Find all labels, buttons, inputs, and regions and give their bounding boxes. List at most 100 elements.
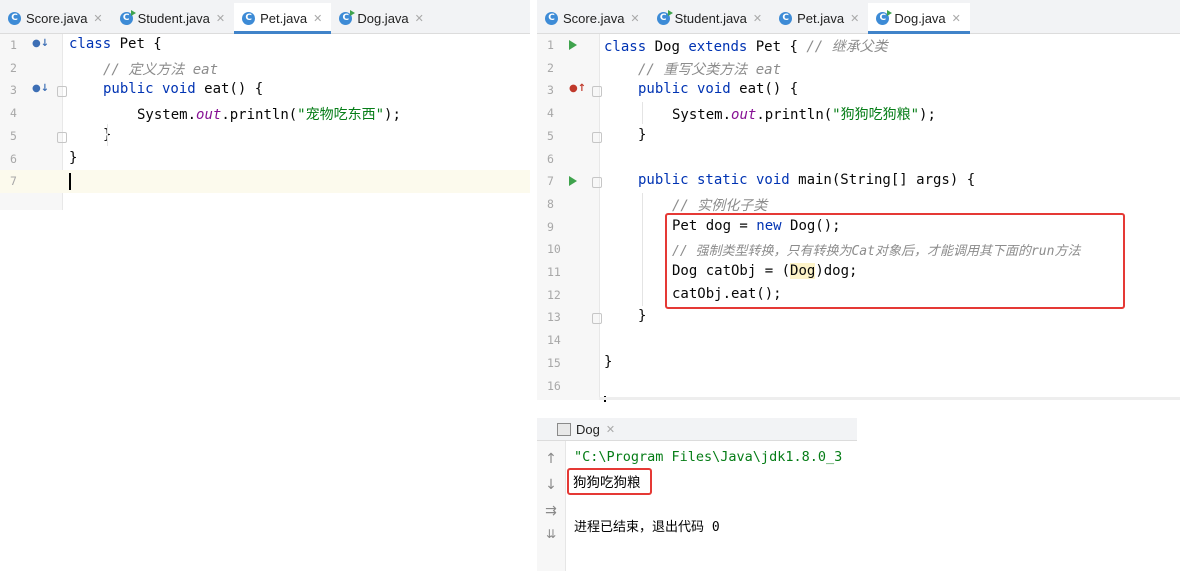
- line-number: 2: [547, 60, 554, 75]
- close-icon[interactable]: ✕: [850, 12, 859, 25]
- code-line: 16: [537, 375, 1180, 398]
- scroll-to-end-icon[interactable]: ⇊: [542, 527, 560, 541]
- class-icon: C: [779, 11, 793, 25]
- editor-scrollbar[interactable]: [599, 397, 1180, 400]
- overrides-marker-icon[interactable]: ●↑: [569, 83, 586, 94]
- line-number: 12: [547, 287, 561, 302]
- line-number: 11: [547, 265, 561, 279]
- tab-dog-java[interactable]: C Dog.java ✕: [868, 3, 970, 34]
- text-caret: [69, 173, 71, 191]
- right-tab-bar: C Score.java ✕ C Student.java ✕ C Pet.ja…: [537, 0, 1180, 34]
- fold-icon[interactable]: [592, 177, 602, 189]
- tab-label: Score.java: [26, 10, 88, 26]
- tab-label: Dog.java: [894, 10, 946, 26]
- overridden-marker-icon[interactable]: ●↓: [32, 83, 49, 94]
- code-line: 6 }: [0, 148, 530, 171]
- code-text: public static void main(String[] args) {: [638, 172, 976, 189]
- line-number: 5: [10, 128, 17, 143]
- code-text: System.out.println("狗狗吃狗粮");: [672, 107, 936, 124]
- close-icon[interactable]: ✕: [415, 12, 424, 25]
- code-text: }: [69, 149, 78, 166]
- code-line: 5 }: [537, 125, 1180, 148]
- run-gutter-icon[interactable]: [569, 40, 577, 50]
- console-exit-line: 进程已结束，退出代码 0: [574, 520, 720, 535]
- code-comment: // 实例化子类: [672, 197, 768, 214]
- close-icon[interactable]: ✕: [952, 12, 961, 25]
- indent-guide: [642, 102, 643, 124]
- code-text: }: [638, 308, 647, 325]
- line-number: 3: [547, 83, 554, 98]
- code-text: public void eat() {: [103, 81, 264, 98]
- runnable-class-icon: C: [119, 9, 136, 25]
- runnable-class-icon: C: [339, 9, 356, 25]
- close-icon[interactable]: ✕: [313, 12, 322, 25]
- tab-label: Student.java: [674, 10, 747, 26]
- code-line: 1 class Dog extends Pet { // 继承父类: [537, 34, 1180, 57]
- fold-icon[interactable]: [592, 131, 602, 143]
- close-icon[interactable]: ✕: [93, 12, 102, 25]
- indent-guide: [107, 124, 108, 146]
- code-line: 7 public static void main(String[] args)…: [537, 170, 1180, 193]
- fold-icon[interactable]: [57, 131, 67, 143]
- code-line: 13 }: [537, 306, 1180, 329]
- code-line: 4 System.out.println("宠物吃东西");: [0, 102, 530, 125]
- left-editor-pane: C Score.java ✕ C Student.java ✕ C Pet.ja…: [0, 0, 530, 210]
- soft-wrap-icon[interactable]: ⇉: [542, 503, 560, 519]
- arrow-up-icon[interactable]: ↑: [542, 451, 560, 467]
- tab-score-java[interactable]: C Score.java ✕: [0, 3, 112, 33]
- close-icon[interactable]: ✕: [606, 423, 615, 436]
- line-number: 1: [547, 38, 554, 52]
- tab-pet-java[interactable]: C Pet.java ✕: [771, 3, 868, 33]
- right-editor-pane: C Score.java ✕ C Student.java ✕ C Pet.ja…: [537, 0, 1180, 402]
- code-text: }: [604, 353, 613, 370]
- code-line: 6: [537, 148, 1180, 171]
- tab-pet-java[interactable]: C Pet.java ✕: [234, 3, 332, 34]
- code-line: 2 // 重写父类方法 eat: [537, 57, 1180, 80]
- tab-label: Dog.java: [357, 10, 409, 26]
- tab-student-java[interactable]: C Student.java ✕: [649, 3, 772, 33]
- line-number: 13: [547, 310, 561, 325]
- fold-icon[interactable]: [57, 86, 67, 98]
- console-command-line: "C:\Program Files\Java\jdk1.8.0_3: [574, 449, 843, 465]
- code-line: 5 }: [0, 125, 530, 148]
- code-line-current: 7: [0, 170, 530, 193]
- tab-student-java[interactable]: C Student.java ✕: [112, 3, 235, 33]
- class-icon: C: [242, 11, 256, 25]
- code-line: 3 ●↑ public void eat() {: [537, 79, 1180, 102]
- tab-label: Pet.java: [797, 10, 845, 26]
- implemented-marker-icon[interactable]: ●↓: [32, 38, 49, 49]
- code-text: public void eat() {: [638, 81, 799, 98]
- line-number: 1: [10, 38, 17, 52]
- code-line: 1 ●↓ class Pet {: [0, 34, 530, 57]
- close-icon[interactable]: ✕: [630, 12, 639, 25]
- runnable-class-icon: C: [656, 9, 673, 25]
- fold-icon[interactable]: [592, 86, 602, 98]
- annotation-highlight-box: [665, 213, 1125, 309]
- code-comment: // 定义方法 eat: [103, 61, 219, 78]
- line-number: 14: [547, 333, 561, 348]
- code-line: 14: [537, 329, 1180, 352]
- close-icon[interactable]: ✕: [753, 12, 762, 25]
- line-number: 4: [10, 106, 17, 121]
- tab-score-java[interactable]: C Score.java ✕: [537, 3, 649, 33]
- run-gutter-icon[interactable]: [569, 176, 577, 187]
- line-number: 4: [547, 106, 554, 121]
- code-comment: // 重写父类方法 eat: [638, 61, 782, 78]
- fold-icon[interactable]: [592, 313, 602, 325]
- line-number: 3: [10, 83, 17, 98]
- code-line: 4 System.out.println("狗狗吃狗粮");: [537, 102, 1180, 125]
- line-number: 15: [547, 355, 561, 370]
- code-text: class Dog extends Pet { // 继承父类: [604, 39, 888, 55]
- tab-dog-java[interactable]: C Dog.java ✕: [331, 3, 433, 33]
- code-line: 2 // 定义方法 eat: [0, 57, 530, 80]
- arrow-down-icon[interactable]: ↓: [542, 477, 560, 493]
- line-number: 9: [547, 219, 554, 234]
- run-tab-label[interactable]: Dog: [576, 422, 600, 437]
- left-tab-bar: C Score.java ✕ C Student.java ✕ C Pet.ja…: [0, 0, 530, 34]
- annotation-highlight-box: [567, 468, 652, 495]
- close-icon[interactable]: ✕: [216, 12, 225, 25]
- line-number: 16: [547, 378, 561, 393]
- line-number: 7: [10, 174, 17, 189]
- tab-label: Score.java: [563, 10, 625, 26]
- code-text: class Pet {: [69, 36, 162, 52]
